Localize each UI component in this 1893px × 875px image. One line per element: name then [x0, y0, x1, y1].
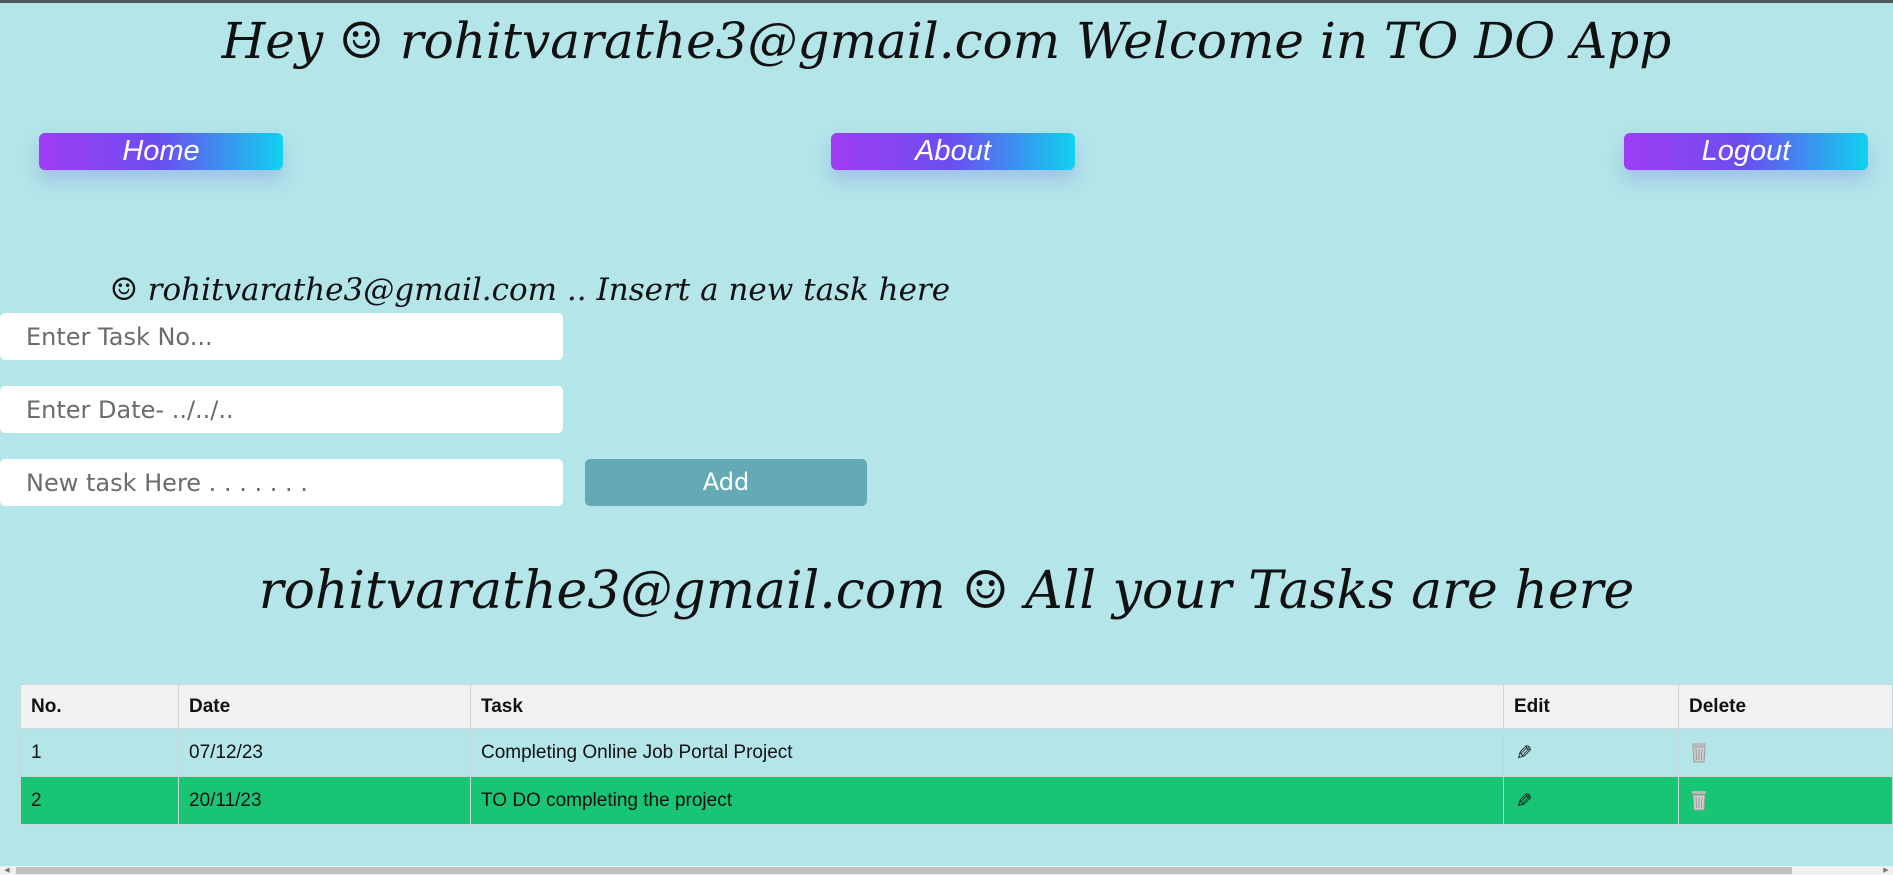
scroll-right-icon[interactable]: ▶ [1879, 866, 1893, 875]
date-input[interactable] [0, 386, 563, 433]
scrollbar-thumb[interactable] [16, 867, 1792, 874]
add-button[interactable]: Add [585, 459, 867, 506]
table-row: 2 20/11/23 TO DO completing the project … [20, 776, 1893, 825]
task-date-cell: 07/12/23 [178, 728, 471, 777]
pencil-icon: ✎ [1511, 791, 1534, 808]
column-header-delete: Delete [1678, 684, 1893, 729]
trash-icon [1692, 743, 1706, 763]
edit-button[interactable]: ✎ [1503, 776, 1679, 825]
task-table: No. Date Task Edit Delete 1 07/12/23 Com… [20, 684, 1893, 825]
trash-icon [1692, 791, 1706, 811]
column-header-edit: Edit [1503, 684, 1679, 729]
table-row: 1 07/12/23 Completing Online Job Portal … [20, 728, 1893, 777]
edit-button[interactable]: ✎ [1503, 728, 1679, 777]
tasks-heading: rohitvarathe3@gmail.com ☺ All your Tasks… [258, 561, 1635, 621]
column-header-no: No. [20, 684, 179, 729]
page-title: Hey ☺ rohitvarathe3@gmail.com Welcome in… [221, 12, 1672, 70]
column-header-task: Task [470, 684, 1504, 729]
table-header-row: No. Date Task Edit Delete [20, 684, 1893, 729]
pencil-icon: ✎ [1511, 743, 1534, 760]
scroll-left-icon[interactable]: ◀ [0, 866, 14, 875]
logout-button[interactable]: Logout [1624, 133, 1868, 170]
delete-button[interactable] [1678, 776, 1893, 825]
column-header-date: Date [178, 684, 471, 729]
task-number-cell: 2 [20, 776, 179, 825]
new-task-input[interactable] [0, 459, 563, 506]
horizontal-scrollbar[interactable]: ◀ ▶ [0, 866, 1893, 875]
insert-task-heading: ☺ rohitvarathe3@gmail.com .. Insert a ne… [110, 272, 951, 308]
task-number-input[interactable] [0, 313, 563, 360]
home-button[interactable]: Home [39, 133, 283, 170]
about-button[interactable]: About [831, 133, 1075, 170]
task-date-cell: 20/11/23 [178, 776, 471, 825]
delete-button[interactable] [1678, 728, 1893, 777]
task-text-cell: Completing Online Job Portal Project [470, 728, 1504, 777]
task-number-cell: 1 [20, 728, 179, 777]
task-text-cell: TO DO completing the project [470, 776, 1504, 825]
